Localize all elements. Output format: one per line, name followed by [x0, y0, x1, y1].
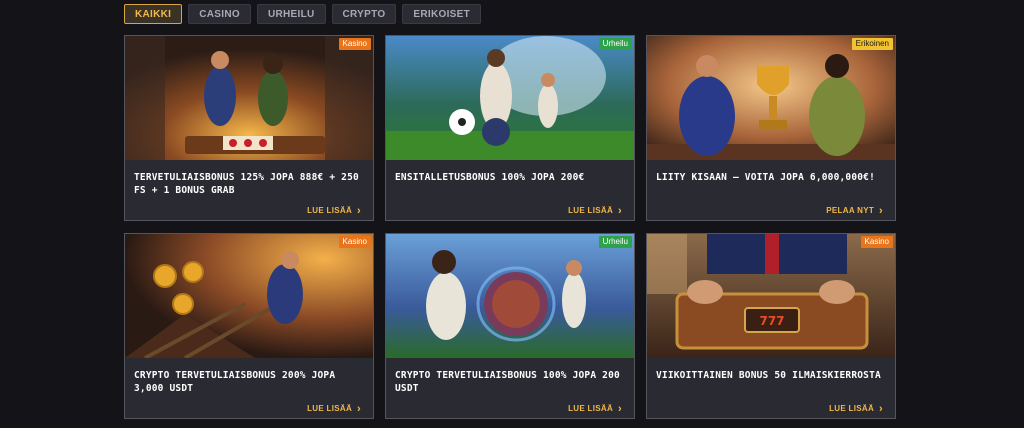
promo-card[interactable]: Kasino CRYPTO TERVETULIAISBONUS 200% JOP… — [124, 233, 374, 419]
chevron-right-icon: › — [618, 204, 622, 217]
category-badge-kasino: Kasino — [338, 236, 371, 248]
read-more-link[interactable]: LUE LISÄÄ › — [568, 402, 622, 415]
promo-title: ENSITALLETUSBONUS 100% JOPA 200€ — [395, 172, 585, 183]
promo-card[interactable]: 777 Kasino VIIKOITTAINEN BONUS 50 ILMAIS… — [646, 233, 896, 419]
play-now-link[interactable]: PELAA NYT › — [826, 204, 883, 217]
category-badge-urheilu: Urheilu — [598, 38, 632, 50]
promo-title: TERVETULIAISBONUS 125% JOPA 888€ + 250 F… — [134, 172, 359, 196]
promotions-grid: Kasino TERVETULIAISBONUS 125% JOPA 888€ … — [124, 35, 896, 419]
filter-tab-kaikki[interactable]: KAIKKI — [124, 4, 183, 24]
chevron-right-icon: › — [357, 204, 361, 217]
cta-label: LUE LISÄÄ — [307, 206, 353, 215]
filter-tab-erikoiset[interactable]: ERIKOISET — [402, 4, 482, 24]
read-more-link[interactable]: LUE LISÄÄ › — [829, 402, 883, 415]
chevron-right-icon: › — [357, 402, 361, 415]
filter-tabs: KAIKKI CASINO URHEILU CRYPTO ERIKOISET — [124, 4, 482, 24]
filter-tab-crypto[interactable]: CRYPTO — [331, 4, 397, 24]
promo-image-trophy[interactable] — [647, 36, 895, 160]
cta-label: LUE LISÄÄ — [568, 206, 614, 215]
category-badge-urheilu: Urheilu — [598, 236, 632, 248]
promo-title: LIITY KISAAN – VOITA JOPA 6,000,000€! — [656, 172, 876, 183]
svg-text:777: 777 — [759, 314, 784, 328]
promo-image-crypto-casino[interactable] — [125, 234, 373, 358]
category-badge-kasino: Kasino — [860, 236, 893, 248]
promo-image-casino-slot[interactable] — [125, 36, 373, 160]
promo-card[interactable]: Kasino TERVETULIAISBONUS 125% JOPA 888€ … — [124, 35, 374, 221]
filter-tab-urheilu[interactable]: URHEILU — [256, 4, 326, 24]
promo-image-crypto-sports[interactable] — [386, 234, 634, 358]
promo-card[interactable]: Erikoinen LIITY KISAAN – VOITA JOPA 6,00… — [646, 35, 896, 221]
read-more-link[interactable]: LUE LISÄÄ › — [307, 204, 361, 217]
promo-card[interactable]: Urheilu ENSITALLETUSBONUS 100% JOPA 200€… — [385, 35, 635, 221]
promo-image-football[interactable] — [386, 36, 634, 160]
chevron-right-icon: › — [879, 402, 883, 415]
promo-title: VIIKOITTAINEN BONUS 50 ILMAISKIERROSTA — [656, 370, 881, 381]
category-badge-erikoinen: Erikoinen — [851, 38, 893, 50]
promo-title: CRYPTO TERVETULIAISBONUS 100% JOPA 200 U… — [395, 370, 620, 394]
chevron-right-icon: › — [618, 402, 622, 415]
cta-label: LUE LISÄÄ — [829, 404, 875, 413]
cta-label: LUE LISÄÄ — [307, 404, 353, 413]
cta-label: LUE LISÄÄ — [568, 404, 614, 413]
read-more-link[interactable]: LUE LISÄÄ › — [568, 204, 622, 217]
chevron-right-icon: › — [879, 204, 883, 217]
promo-title: CRYPTO TERVETULIAISBONUS 200% JOPA 3,000… — [134, 370, 336, 394]
promo-image-weekly-bonus[interactable]: 777 — [647, 234, 895, 358]
category-badge-kasino: Kasino — [338, 38, 371, 50]
read-more-link[interactable]: LUE LISÄÄ › — [307, 402, 361, 415]
promo-card[interactable]: Urheilu CRYPTO TERVETULIAISBONUS 100% JO… — [385, 233, 635, 419]
cta-label: PELAA NYT — [826, 206, 875, 215]
filter-tab-casino[interactable]: CASINO — [188, 4, 251, 24]
